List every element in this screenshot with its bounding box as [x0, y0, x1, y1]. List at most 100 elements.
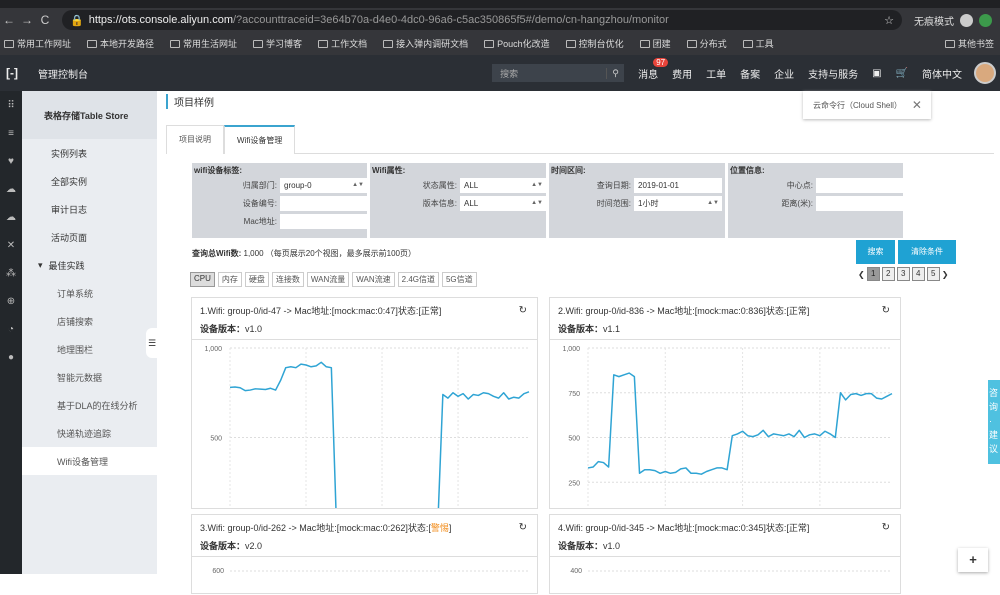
search-input[interactable]: 搜索 ⚲ [492, 64, 625, 82]
sidebar-sub-item[interactable]: 智能元数据 [22, 363, 157, 391]
function-icon[interactable]: ◔ [0, 315, 22, 343]
globe-icon[interactable]: ⊕ [0, 287, 22, 315]
nav-item[interactable]: 工单 [706, 66, 726, 81]
sidebar-sub-item[interactable]: 店铺搜索 [22, 307, 157, 335]
bookmark-item[interactable]: 工具 [742, 37, 774, 50]
next-page-icon[interactable]: ❯ [942, 270, 949, 279]
sidebar-sub-item[interactable]: 快递轨迹追踪 [22, 419, 157, 447]
nav-item[interactable]: 支持与服务 [808, 66, 858, 81]
network-icon[interactable]: ✕ [0, 231, 22, 259]
bookmark-item[interactable]: 常用生活网址 [170, 37, 237, 50]
tab-wifi-management[interactable]: Wifi设备管理 [224, 125, 296, 154]
folder-icon [686, 39, 697, 48]
close-icon[interactable]: ✕ [912, 98, 922, 112]
bookmark-item[interactable]: 本地开发路径 [87, 37, 154, 50]
bookmark-item[interactable]: 工作文档 [318, 37, 367, 50]
back-icon[interactable]: ← [0, 13, 18, 27]
language-selector[interactable]: 简体中文 [922, 66, 962, 81]
cluster-icon[interactable]: ⁂ [0, 259, 22, 287]
bookmark-item[interactable]: 控制台优化 [565, 37, 624, 50]
metric-tab[interactable]: 2.4G信道 [397, 272, 439, 287]
refresh-icon[interactable]: ↻ [882, 522, 890, 533]
bookmark-item[interactable]: 团建 [639, 37, 671, 50]
device-id-input[interactable] [280, 195, 367, 211]
grid-icon[interactable]: ⠿ [0, 91, 22, 119]
version-value: v1.1 [603, 324, 621, 334]
cloud-upload-icon[interactable]: ☁ [0, 203, 22, 231]
distance-input[interactable] [816, 195, 903, 211]
page-button[interactable]: 5 [926, 267, 940, 281]
metric-tab[interactable]: WAN流量 [306, 272, 350, 287]
sidebar-item[interactable]: 全部实例 [22, 167, 157, 195]
nav-item[interactable]: 费用 [672, 66, 692, 81]
page-button[interactable]: 3 [896, 267, 910, 281]
cloud-shell-label[interactable]: 云命令行（Cloud Shell） [813, 100, 902, 111]
bookmark-item[interactable]: Pouch化改造 [484, 37, 550, 50]
page-button[interactable]: 1 [866, 267, 880, 281]
bookmark-item[interactable]: 常用工作网址 [4, 37, 71, 50]
sidebar-sub-item[interactable]: 地理围栏 [22, 335, 157, 363]
nav-item[interactable]: 企业 [774, 66, 794, 81]
metric-tab[interactable]: 硬盘 [244, 272, 269, 287]
version-select[interactable]: ALL ▲▼ [460, 195, 546, 211]
tab-project-intro[interactable]: 项目说明 [166, 125, 224, 154]
bookmark-item[interactable]: 接入弹内调研文档 [383, 37, 468, 50]
star-icon[interactable]: ☆ [884, 14, 894, 27]
terminal-icon[interactable]: ▣ [872, 68, 881, 79]
mac-input[interactable] [280, 213, 367, 229]
sidebar-item[interactable]: 审计日志 [22, 195, 157, 223]
sidebar-group-best-practice[interactable]: ▾ 最佳实践 [22, 251, 157, 279]
clear-button[interactable]: 清除条件 [898, 240, 956, 264]
cloud-icon[interactable]: ☁ [0, 175, 22, 203]
refresh-icon[interactable]: ↻ [519, 305, 527, 316]
database-icon[interactable]: ≡ [0, 119, 22, 147]
center-input[interactable] [816, 177, 903, 193]
nav-messages[interactable]: 消息 97 [638, 57, 669, 81]
sidebar-sub-item[interactable]: Wifi设备管理 [22, 447, 157, 475]
search-button[interactable]: 搜索 [856, 240, 895, 264]
forward-icon[interactable]: → [18, 13, 36, 27]
reload-icon[interactable]: C [36, 13, 54, 27]
metric-tab[interactable]: WAN流速 [352, 272, 395, 287]
sidebar-sub-item[interactable]: 订单系统 [22, 279, 157, 307]
date-input[interactable]: 2019-01-01 [634, 177, 722, 193]
nav-item[interactable]: 备案 [740, 66, 760, 81]
bookmark-item[interactable]: 学习博客 [253, 37, 302, 50]
sidebar-collapse-button[interactable]: ☰ [146, 328, 158, 358]
avatar[interactable] [974, 62, 996, 84]
page-button[interactable]: 2 [881, 267, 895, 281]
dept-select[interactable]: group-0 ▲▼ [280, 177, 367, 193]
other-bookmarks[interactable]: 其他书签 [944, 37, 994, 50]
metric-tab[interactable]: 5G信道 [441, 272, 477, 287]
refresh-icon[interactable]: ↻ [882, 305, 890, 316]
aliyun-logo[interactable]: [-] [6, 66, 28, 80]
sidebar-sub-item[interactable]: 基于DLA的在线分析 [22, 391, 157, 419]
filter-location: 位置信息: 中心点: 距离(米): [728, 163, 903, 238]
panel-title: 1.Wifi: group-0/id-47 -> Mac地址:[mock:mac… [200, 304, 529, 317]
prev-page-icon[interactable]: ❮ [858, 270, 865, 279]
refresh-icon[interactable]: ↻ [519, 522, 527, 533]
version-label: 设备版本： [558, 541, 604, 551]
shield-icon[interactable]: ♥ [0, 147, 22, 175]
extension-icon[interactable] [979, 13, 992, 27]
sidebar-item[interactable]: 实例列表 [22, 139, 157, 167]
feedback-tab[interactable]: 咨询·建议 [988, 380, 1000, 464]
page-button[interactable]: 4 [911, 267, 925, 281]
metric-tab[interactable]: 连接数 [271, 272, 304, 287]
range-select[interactable]: 1小时 ▲▼ [634, 195, 722, 211]
address-bar[interactable]: 🔒 https://ots.console.aliyun.com/?accoun… [62, 10, 902, 30]
bookmark-item[interactable]: 分布式 [686, 37, 727, 50]
cart-icon[interactable]: 🛒 [896, 68, 908, 79]
metric-tab[interactable]: 内存 [217, 272, 242, 287]
console-title[interactable]: 管理控制台 [38, 66, 88, 81]
metric-tab[interactable]: CPU [190, 272, 215, 287]
search-icon[interactable]: ⚲ [606, 67, 624, 79]
add-button[interactable]: + [958, 548, 988, 572]
sidebar-item[interactable]: 活动页面 [22, 223, 157, 251]
folder-icon [87, 39, 98, 48]
status-value: ALL [464, 180, 479, 190]
status-select[interactable]: ALL ▲▼ [460, 177, 546, 193]
panel-title-text: 3.Wifi: group-0/id-262 -> Mac地址:[mock:ma… [200, 523, 431, 533]
bookmark-label: 本地开发路径 [100, 39, 155, 49]
circle-icon[interactable]: ● [0, 343, 22, 371]
